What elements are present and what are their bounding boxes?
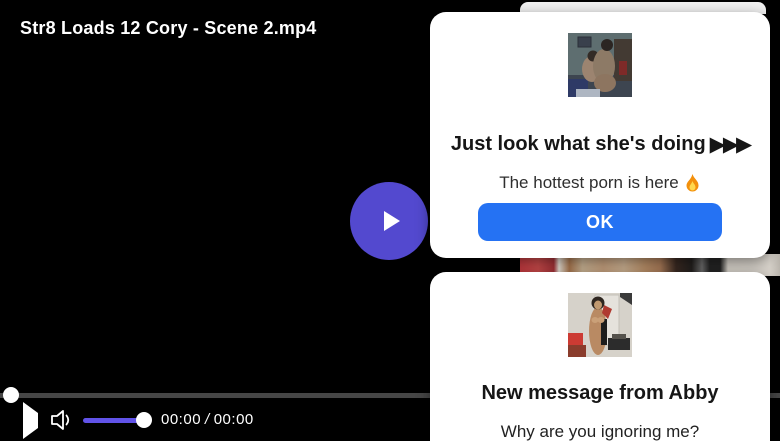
volume-thumb[interactable] [136,412,152,428]
duration: 00:00 [213,411,254,428]
big-play-button[interactable] [350,182,428,260]
mute-button[interactable] [50,410,74,430]
seek-thumb[interactable] [3,387,19,403]
current-time: 00:00 [161,411,202,428]
popup-headline-text: Just look what she's doing [450,132,706,155]
play-button[interactable] [19,401,41,439]
popup-subtext: The hottest porn is here [430,173,770,193]
popup-headline: New message from Abby [430,382,770,405]
video-page: { "player": { "title": "Str8 Loads 12 Co… [0,0,780,441]
ok-button[interactable]: OK [478,203,722,241]
fire-icon [684,174,701,192]
popup-thumbnail-webcam-couple[interactable] [568,33,632,97]
popup-ad-hottest-porn[interactable]: Just look what she's doing ▶▶▶ The hotte… [430,12,770,258]
play-icon [384,211,400,231]
video-player: Str8 Loads 12 Cory - Scene 2.mp4 00:00/0… [0,0,780,441]
popup-subtext-text: Why are you ignoring me? [500,422,700,441]
popup-headline: Just look what she's doing ▶▶▶ [430,132,770,156]
popup-headline-text: New message from Abby [481,382,719,404]
triple-play-arrows-icon: ▶▶▶ [709,132,752,156]
popup-thumbnail-abby-selfie[interactable] [568,293,632,357]
play-icon [22,401,38,439]
popup-subtext: Why are you ignoring me? [430,422,770,441]
time-separator: / [205,411,210,428]
popup-subtext-text: The hottest porn is here [499,173,679,192]
volume-slider[interactable] [83,412,152,428]
video-title: Str8 Loads 12 Cory - Scene 2.mp4 [20,18,317,38]
popup-ad-new-message[interactable]: New message from Abby Why are you ignori… [430,272,770,441]
time-display: 00:00/00:00 [161,411,254,428]
speaker-icon [50,410,74,430]
